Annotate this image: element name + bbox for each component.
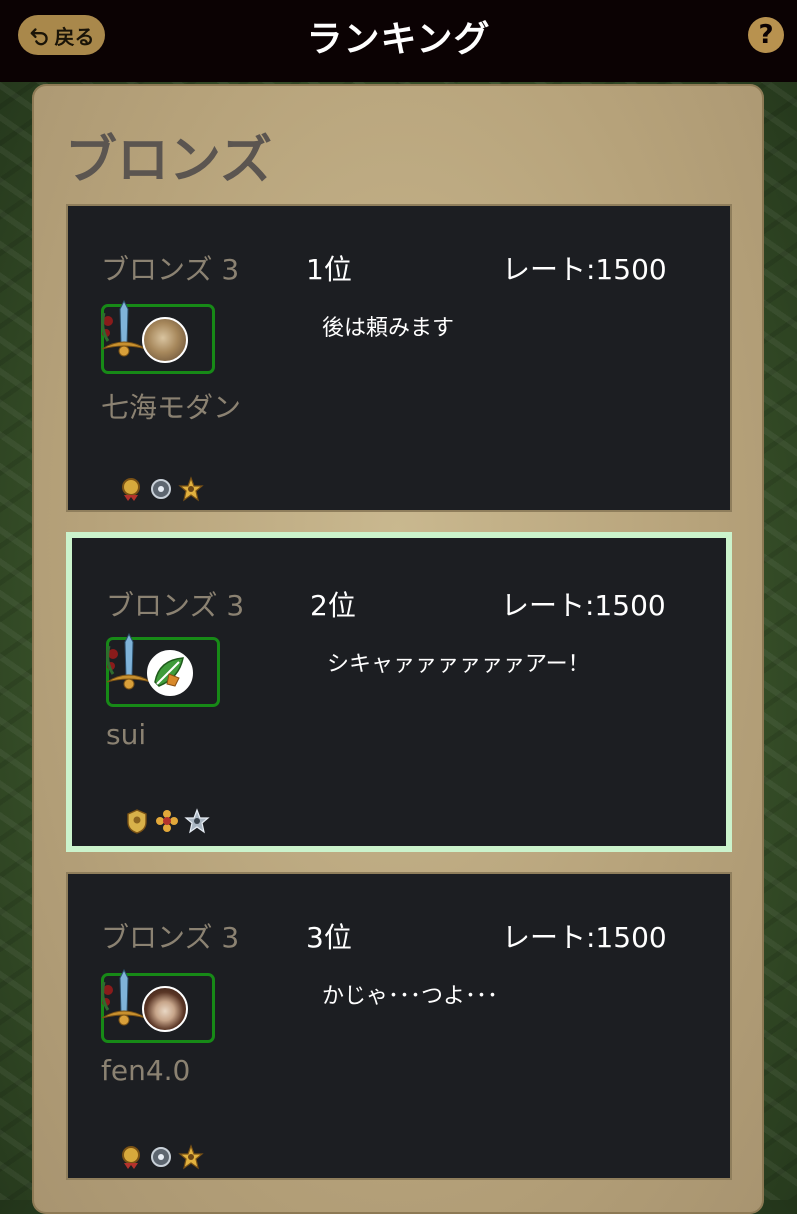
player-comment: かじゃ･･･つよ･･･ bbox=[322, 984, 499, 1009]
player-comment: 後は頼みます bbox=[322, 316, 455, 341]
page-title: ランキング bbox=[306, 19, 491, 60]
gold-crest-badge-icon bbox=[127, 809, 147, 834]
gold-star-badge-icon bbox=[178, 476, 204, 502]
rate-value: レート:1500 bbox=[501, 589, 666, 622]
rank-name: ブロンズ 3 bbox=[101, 921, 240, 954]
silver-star-badge-icon bbox=[184, 808, 210, 834]
rank-position: 2位 bbox=[310, 589, 356, 622]
tier-title: ブロンズ bbox=[65, 131, 272, 191]
help-button[interactable]: ? bbox=[748, 17, 784, 53]
avatar-frame[interactable] bbox=[101, 968, 215, 1043]
avatar-frame[interactable] bbox=[106, 632, 220, 707]
rank-name: ブロンズ 3 bbox=[106, 589, 245, 622]
avatar-frame[interactable] bbox=[101, 299, 215, 374]
anime-face-avatar-icon bbox=[142, 986, 188, 1032]
ranking-card-selected[interactable]: ブロンズ 3 2位 レート:1500 シキャァァァァァァアー！ sui bbox=[66, 532, 732, 852]
help-icon: ? bbox=[758, 20, 774, 50]
top-bar: 戻る ランキング ? bbox=[0, 0, 797, 82]
badge-row bbox=[124, 808, 210, 834]
rank-position: 3位 bbox=[306, 921, 352, 954]
player-name: 七海モダン bbox=[101, 391, 242, 424]
leaf-icon bbox=[154, 657, 184, 687]
badge-row bbox=[118, 1144, 204, 1170]
gold-medal-badge-icon bbox=[122, 478, 140, 501]
player-comment: シキャァァァァァァアー！ bbox=[327, 652, 590, 677]
player-name: fen4.0 bbox=[101, 1054, 191, 1087]
silver-orb-badge-icon bbox=[151, 1147, 171, 1167]
rate-value: レート:1500 bbox=[502, 253, 667, 286]
rank-position: 1位 bbox=[306, 253, 352, 286]
rate-value: レート:1500 bbox=[502, 921, 667, 954]
gold-medal-badge-icon bbox=[122, 1146, 140, 1169]
leaf-emblem-avatar-icon bbox=[147, 650, 193, 696]
ranking-card[interactable]: ブロンズ 3 1位 レート:1500 後は頼みます 七海モダン bbox=[66, 204, 732, 512]
ranking-card[interactable]: ブロンズ 3 3位 レート:1500 かじゃ･･･つよ･･･ fen4.0 bbox=[66, 872, 732, 1180]
gold-star-badge-icon bbox=[178, 1144, 204, 1170]
gold-flower-badge-icon bbox=[156, 810, 178, 832]
player-name: sui bbox=[106, 718, 147, 751]
hamster-avatar-icon bbox=[142, 317, 188, 363]
badge-row bbox=[118, 476, 204, 502]
silver-orb-badge-icon bbox=[151, 479, 171, 499]
rank-name: ブロンズ 3 bbox=[101, 253, 240, 286]
